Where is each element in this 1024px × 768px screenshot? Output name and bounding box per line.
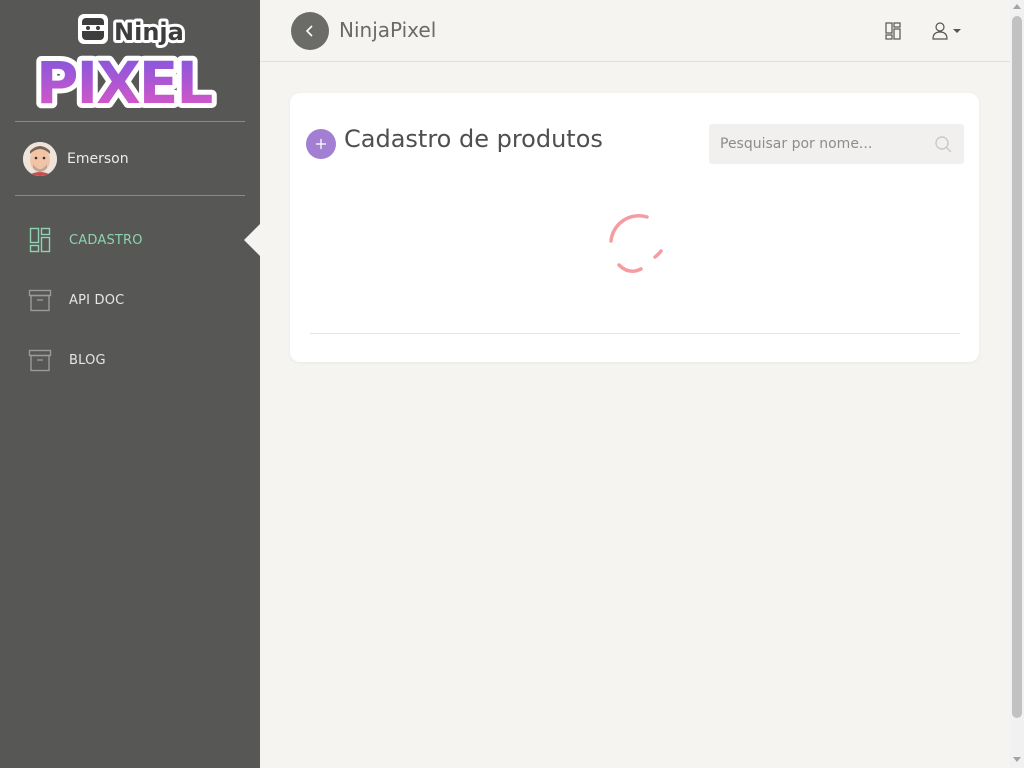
ninjapixel-logo[interactable]: Ninja Ninja PIXEL PIXEL: [30, 10, 230, 122]
user-name: Emerson: [67, 151, 129, 167]
search-box: [709, 124, 964, 164]
archive-box-icon: [28, 347, 52, 373]
chevron-left-icon: [305, 25, 313, 37]
sidebar-item-api-doc[interactable]: API DOC: [28, 287, 124, 313]
plus-icon: [316, 139, 326, 149]
search-icon[interactable]: [934, 135, 952, 153]
scroll-down-arrow-icon[interactable]: [1013, 757, 1021, 762]
user-menu-button[interactable]: [932, 20, 968, 42]
card-divider: [310, 333, 960, 334]
search-input[interactable]: [709, 124, 929, 164]
dashboard-button[interactable]: [882, 20, 904, 42]
svg-text:Ninja: Ninja: [114, 18, 184, 46]
active-item-pointer: [244, 224, 260, 256]
back-button[interactable]: [291, 12, 329, 50]
add-product-button[interactable]: [306, 129, 336, 159]
dashboard-grid-icon: [28, 227, 52, 253]
app-title: NinjaPixel: [339, 18, 437, 42]
caret-down-icon: [953, 29, 961, 33]
sidebar-item-blog[interactable]: BLOG: [28, 347, 106, 373]
scroll-thumb[interactable]: [1012, 16, 1022, 718]
sidebar-item-label: BLOG: [69, 352, 106, 368]
sidebar-item-label: API DOC: [69, 292, 125, 308]
products-card: Cadastro de produtos: [290, 93, 979, 362]
dashboard-grid-icon: [885, 22, 901, 40]
sidebar: Ninja Ninja PIXEL PIXEL Emerson CADASTRO…: [0, 0, 260, 768]
sidebar-item-label: CADASTRO: [69, 232, 143, 248]
scroll-up-arrow-icon[interactable]: [1013, 4, 1021, 9]
top-bar: NinjaPixel: [260, 0, 1010, 62]
loading-spinner: [605, 213, 665, 277]
page-title: Cadastro de produtos: [344, 125, 603, 153]
sidebar-divider: [15, 195, 245, 196]
sidebar-divider: [15, 121, 245, 122]
user-icon: [932, 22, 948, 40]
user-profile[interactable]: Emerson: [23, 142, 129, 176]
svg-text:PIXEL: PIXEL: [36, 49, 212, 110]
page-scrollbar[interactable]: [1010, 0, 1024, 768]
avatar[interactable]: [23, 142, 57, 176]
archive-box-icon: [28, 287, 52, 313]
sidebar-item-cadastro[interactable]: CADASTRO: [28, 227, 143, 253]
